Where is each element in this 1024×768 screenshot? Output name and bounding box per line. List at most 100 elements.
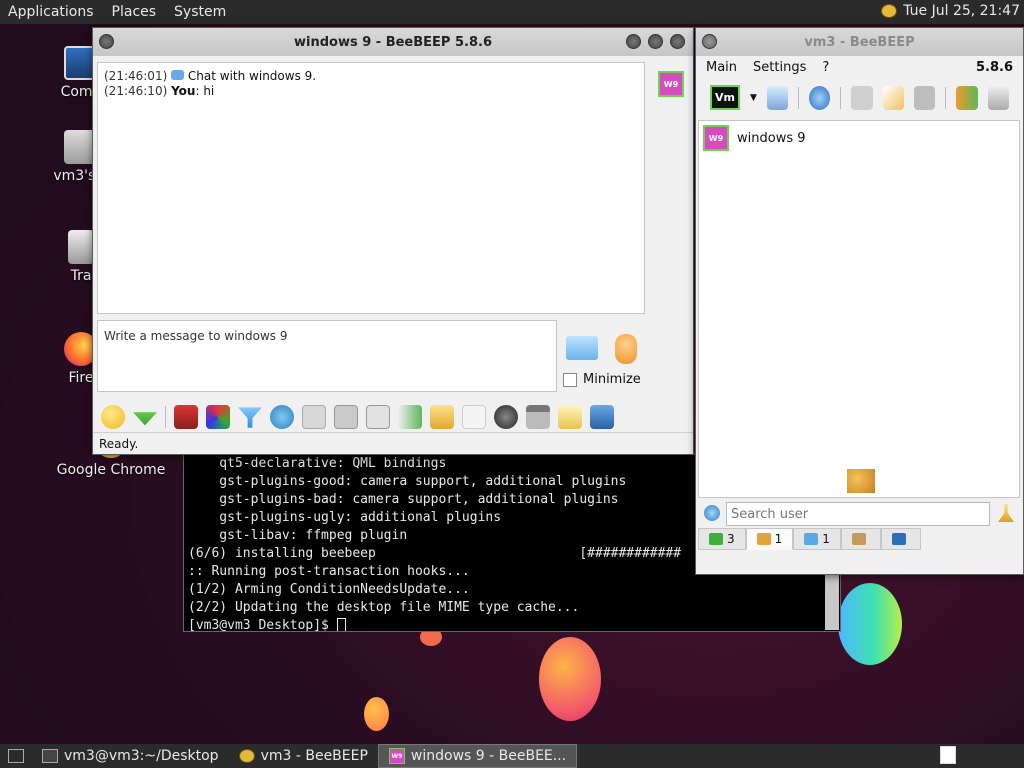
draw-icon[interactable] bbox=[206, 405, 230, 429]
buddy-window-titlebar[interactable]: vm3 - BeeBEEP bbox=[696, 28, 1023, 56]
minimize-checkbox-row[interactable]: Minimize bbox=[563, 372, 641, 387]
close-button[interactable] bbox=[670, 34, 685, 49]
user-name: windows 9 bbox=[737, 130, 806, 146]
buddy-window-title: vm3 - BeeBEEP bbox=[804, 34, 915, 50]
status-badge[interactable]: Vm bbox=[710, 85, 740, 110]
places-menu[interactable]: Places bbox=[112, 4, 157, 20]
save-icon[interactable] bbox=[590, 405, 614, 429]
trash-icon[interactable] bbox=[987, 85, 1009, 110]
profile-icon[interactable] bbox=[766, 85, 789, 110]
tab-groups[interactable] bbox=[840, 528, 881, 550]
filter-icon[interactable] bbox=[238, 407, 262, 428]
chat-history[interactable]: (21:46:01) Chat with windows 9. (21:46:1… bbox=[97, 62, 645, 314]
toolbar-separator bbox=[945, 86, 947, 109]
tab-users[interactable]: 1 bbox=[745, 528, 794, 550]
microphone-icon[interactable] bbox=[615, 334, 637, 364]
users-icon bbox=[756, 533, 771, 545]
search-input[interactable] bbox=[726, 502, 990, 526]
buddy-menubar: Main Settings ? 5.8.6 bbox=[696, 56, 1023, 79]
decor-blob bbox=[539, 637, 601, 721]
maximize-button[interactable] bbox=[648, 34, 663, 49]
group-chat-icon bbox=[804, 533, 819, 545]
notes-icon[interactable] bbox=[558, 405, 582, 429]
folder-open-icon[interactable] bbox=[430, 405, 454, 429]
toolbar-separator bbox=[798, 86, 800, 109]
file-share-icon bbox=[891, 533, 906, 545]
chat-icon bbox=[709, 533, 723, 545]
chat-bubble-icon bbox=[171, 70, 185, 80]
edit-note-icon[interactable] bbox=[882, 85, 905, 110]
green-arrow-down-icon[interactable] bbox=[133, 412, 157, 426]
trash-icon bbox=[68, 230, 94, 264]
task-terminal[interactable]: vm3@vm3:~/Desktop bbox=[32, 744, 229, 768]
broadcast-icon[interactable] bbox=[809, 85, 831, 110]
chevron-down-icon[interactable]: ▼ bbox=[750, 93, 757, 103]
task-chat-window[interactable]: W9 windows 9 - BeeBEE... bbox=[377, 744, 578, 768]
user-avatar[interactable]: W9 bbox=[658, 71, 684, 97]
decor-blob bbox=[838, 583, 902, 665]
applications-menu[interactable]: Applications bbox=[8, 4, 94, 20]
user-list[interactable]: W9 windows 9 bbox=[698, 120, 1020, 498]
music-note-icon[interactable] bbox=[366, 405, 390, 429]
chat-message: (21:46:01) Chat with windows 9. bbox=[104, 69, 638, 84]
terminal-prompt[interactable]: [vm3@vm3 Desktop]$ bbox=[188, 617, 836, 631]
clear-search-icon[interactable] bbox=[998, 504, 1014, 522]
window-menu-button[interactable] bbox=[702, 34, 717, 49]
tools-icon[interactable] bbox=[914, 85, 936, 110]
window-icon[interactable] bbox=[526, 405, 550, 429]
beebeep-tray-icon[interactable] bbox=[881, 4, 898, 18]
workspace-switcher-icon[interactable] bbox=[940, 746, 956, 764]
text-format-icon[interactable] bbox=[174, 405, 198, 429]
system-menu[interactable]: System bbox=[174, 4, 226, 20]
chat-window-titlebar[interactable]: windows 9 - BeeBEEP 5.8.6 bbox=[93, 28, 693, 56]
chat-message: (21:46:10) You: hi bbox=[104, 84, 638, 99]
message-input[interactable]: Write a message to windows 9 bbox=[97, 320, 557, 392]
tab-chats[interactable]: 3 bbox=[698, 528, 746, 550]
send-message-icon[interactable] bbox=[566, 336, 598, 360]
window-menu-button[interactable] bbox=[99, 34, 114, 49]
minimize-button[interactable] bbox=[626, 34, 641, 49]
menu-settings[interactable]: Settings bbox=[753, 60, 806, 75]
font-icon[interactable] bbox=[334, 405, 358, 429]
buddy-window: vm3 - BeeBEEP Main Settings ? 5.8.6 Vm ▼… bbox=[695, 27, 1024, 575]
terminal-cursor bbox=[336, 618, 346, 631]
message-timestamp: (21:46:01) bbox=[104, 69, 168, 83]
groups-icon bbox=[851, 533, 866, 545]
show-desktop-icon[interactable] bbox=[8, 749, 24, 763]
smiley-icon[interactable] bbox=[101, 405, 125, 429]
task-beebeep[interactable]: vm3 - BeeBEEP bbox=[229, 744, 378, 768]
settings-icon[interactable] bbox=[704, 505, 720, 521]
screenshot-icon[interactable] bbox=[494, 405, 518, 429]
user-list-item[interactable]: W9 windows 9 bbox=[699, 121, 1019, 155]
message-icon[interactable] bbox=[851, 85, 873, 110]
terminal-line: (1/2) Arming ConditionNeedsUpdate... bbox=[188, 582, 470, 597]
top-panel: Applications Places System Tue Jul 25, 2… bbox=[0, 0, 1024, 24]
clock[interactable]: Tue Jul 25, 21:47 bbox=[903, 3, 1020, 19]
chat-window: windows 9 - BeeBEEP 5.8.6 (21:46:01) Cha… bbox=[92, 27, 694, 455]
terminal-icon bbox=[42, 749, 58, 763]
version-label: 5.8.6 bbox=[975, 60, 1013, 75]
user-avatar: W9 bbox=[703, 125, 729, 151]
taskbar: vm3@vm3:~/Desktop vm3 - BeeBEEP W9 windo… bbox=[0, 744, 1024, 768]
terminal-line: (2/2) Updating the desktop file MIME typ… bbox=[188, 600, 580, 615]
message-sender: You bbox=[171, 84, 196, 98]
users-group-icon bbox=[847, 469, 875, 493]
update-icon[interactable] bbox=[956, 85, 978, 110]
buddy-tabs: 3 1 1 bbox=[698, 528, 921, 550]
menu-main[interactable]: Main bbox=[706, 60, 737, 75]
message-timestamp: (21:46:10) bbox=[104, 84, 168, 98]
export-icon[interactable] bbox=[398, 405, 422, 429]
html-code-icon[interactable] bbox=[462, 405, 486, 429]
settings-icon[interactable] bbox=[270, 405, 294, 429]
minimize-checkbox[interactable] bbox=[563, 372, 577, 387]
menu-help[interactable]: ? bbox=[822, 60, 829, 75]
check-icon[interactable] bbox=[302, 405, 326, 429]
message-text: : hi bbox=[195, 84, 215, 98]
message-text: Chat with windows 9. bbox=[187, 69, 317, 83]
tab-file-share[interactable] bbox=[880, 528, 921, 550]
chat-window-title: windows 9 - BeeBEEP 5.8.6 bbox=[293, 34, 492, 50]
toolbar-separator bbox=[840, 86, 842, 109]
tab-group-chats[interactable]: 1 bbox=[793, 528, 841, 550]
minimize-label: Minimize bbox=[583, 372, 641, 387]
chat-toolbar bbox=[97, 402, 687, 432]
